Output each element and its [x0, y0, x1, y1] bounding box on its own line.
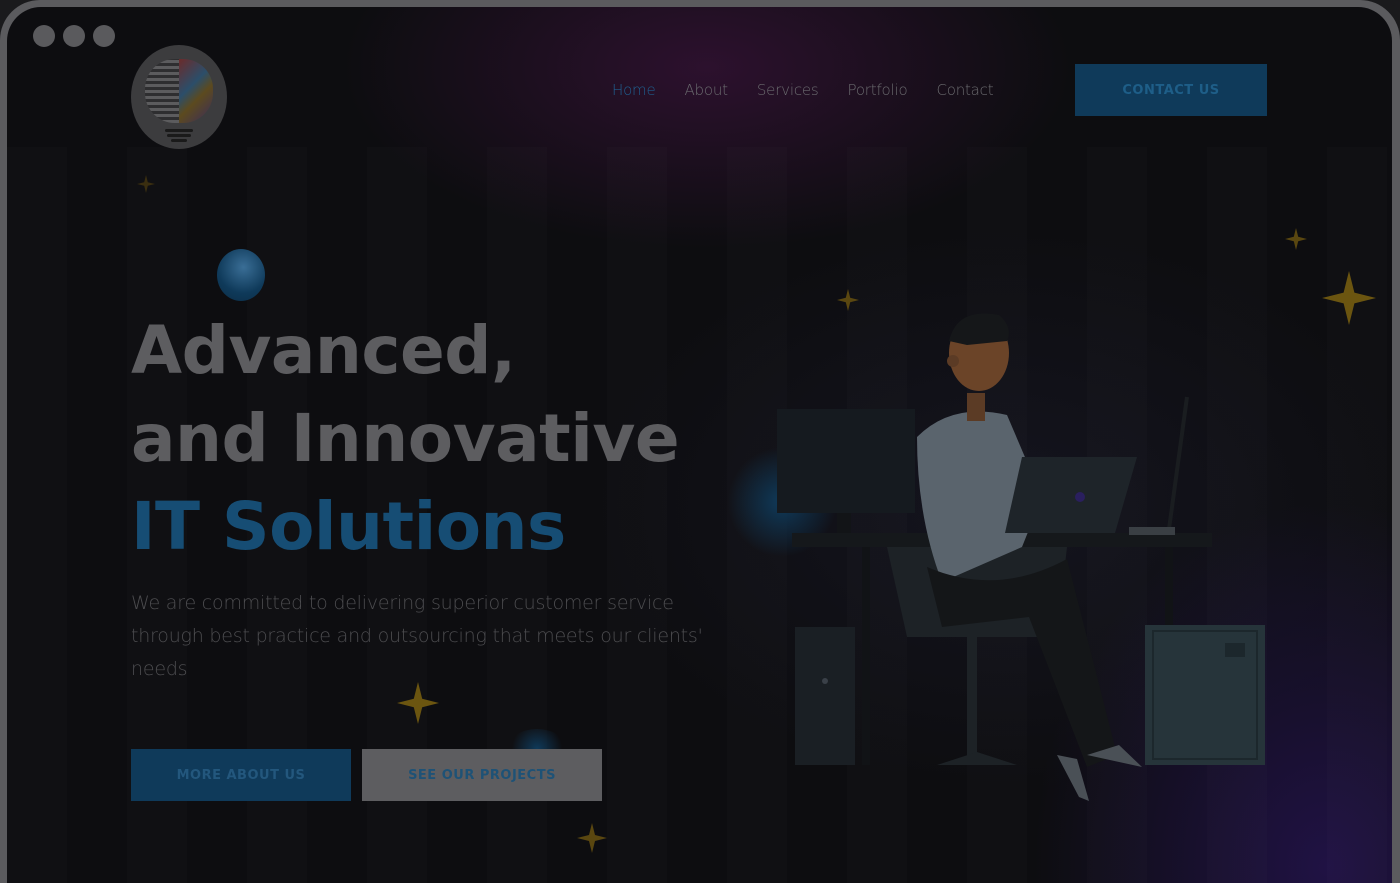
- window-dot-maximize[interactable]: [93, 25, 115, 47]
- hero-subtitle: We are committed to delivering superior …: [131, 592, 703, 680]
- window-dot-minimize[interactable]: [63, 25, 85, 47]
- logo-circuit-half: [145, 59, 179, 123]
- logo-bulb-base: [165, 129, 193, 132]
- hero-title-line-3: IT Solutions: [131, 488, 566, 565]
- star-icon: [137, 175, 155, 193]
- developer-at-desk-illustration: [767, 297, 1267, 807]
- nav-item-contact[interactable]: Contact: [936, 81, 993, 99]
- logo-color-half: [179, 59, 213, 123]
- see-our-projects-button[interactable]: SEE OUR PROJECTS: [362, 749, 602, 801]
- hero-title-line-2: and Innovative: [131, 400, 680, 477]
- window-controls: [33, 25, 115, 47]
- main-nav: Home About Services Portfolio Contact: [612, 81, 994, 99]
- hero-title: Advanced, and Innovative IT Solutions: [131, 307, 680, 571]
- nav-item-portfolio[interactable]: Portfolio: [848, 81, 908, 99]
- star-icon: [1322, 269, 1376, 327]
- star-icon: [1285, 227, 1307, 251]
- window-dot-close[interactable]: [33, 25, 55, 47]
- nav-item-about[interactable]: About: [685, 81, 729, 99]
- nav-item-services[interactable]: Services: [757, 81, 819, 99]
- blue-orb: [217, 249, 265, 301]
- more-about-us-button[interactable]: MORE ABOUT US: [131, 749, 351, 801]
- logo-bulb-base: [167, 134, 191, 137]
- hero-title-line-1: Advanced,: [131, 312, 516, 389]
- star-icon: [577, 822, 607, 854]
- browser-frame: Home About Services Portfolio Contact CO…: [0, 0, 1400, 883]
- star-icon: [397, 681, 439, 725]
- logo-bulb-base: [171, 139, 187, 142]
- contact-us-button[interactable]: CONTACT US: [1075, 64, 1267, 116]
- brain-bulb-logo[interactable]: [131, 45, 227, 149]
- nav-item-home[interactable]: Home: [612, 81, 656, 99]
- page-viewport: Home About Services Portfolio Contact CO…: [7, 7, 1392, 883]
